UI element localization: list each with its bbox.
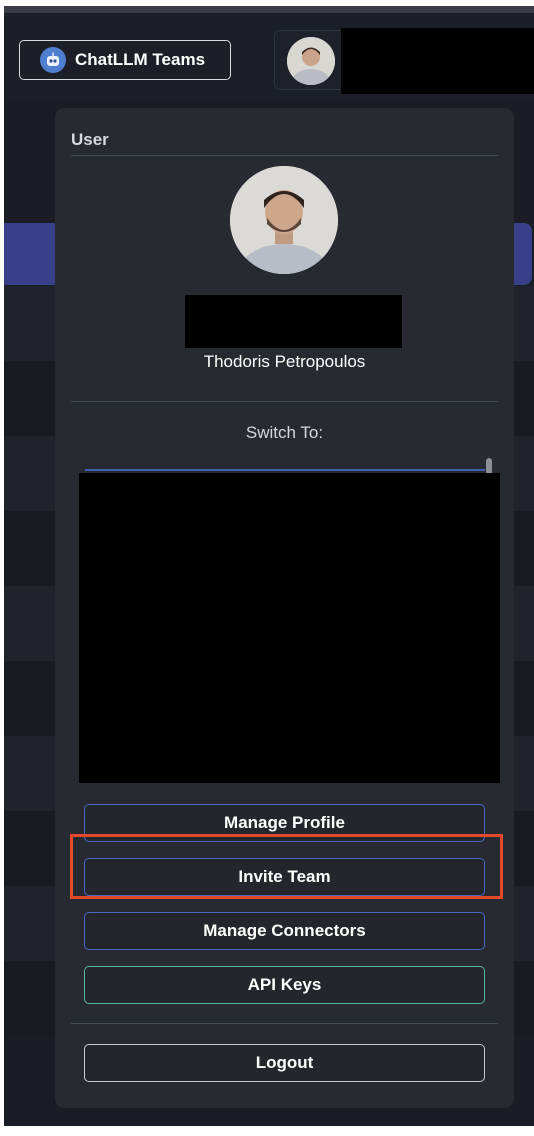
top-strip: [4, 6, 534, 13]
redacted-user-info: [341, 28, 534, 94]
invite-team-highlight-box: [70, 834, 503, 899]
switch-to-label: Switch To:: [245, 423, 324, 442]
header-bar: ChatLLM Teams: [4, 13, 534, 101]
user-dropdown-panel: User Thodoris Petropoulos Switch To: Man…: [55, 108, 514, 1108]
logout-button[interactable]: Logout: [84, 1044, 485, 1082]
user-avatar-small[interactable]: [287, 37, 335, 85]
chatllm-teams-button[interactable]: ChatLLM Teams: [19, 40, 231, 80]
logout-divider: [71, 1023, 498, 1024]
user-avatar: [230, 166, 338, 274]
logout-label: Logout: [255, 1053, 314, 1072]
manage-profile-label: Manage Profile: [224, 813, 345, 832]
user-name: Thodoris Petropoulos: [203, 352, 366, 371]
api-keys-button[interactable]: API Keys: [84, 966, 485, 1004]
panel-title: User: [71, 130, 109, 149]
app-window: ChatLLM Teams User Thodoris Petropoulos …: [4, 6, 534, 1126]
manage-connectors-button[interactable]: Manage Connectors: [84, 912, 485, 950]
workspace-list-top-border: [85, 469, 485, 471]
api-keys-label: API Keys: [247, 975, 322, 994]
brand-label: ChatLLM Teams: [75, 50, 206, 69]
redacted-email: [185, 295, 402, 348]
manage-connectors-label: Manage Connectors: [203, 921, 366, 940]
robot-icon: [40, 47, 66, 73]
title-divider: [71, 155, 498, 156]
section-divider: [71, 401, 498, 402]
redacted-workspace-list: [79, 473, 500, 783]
